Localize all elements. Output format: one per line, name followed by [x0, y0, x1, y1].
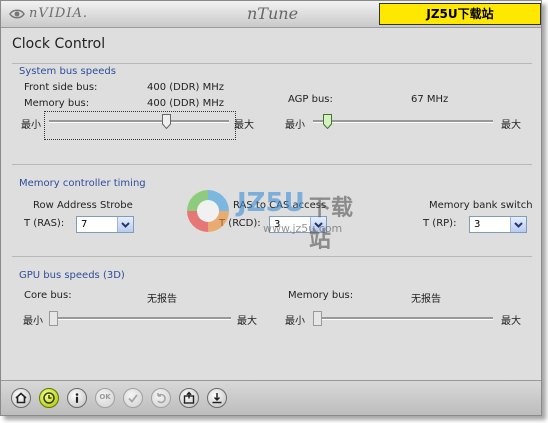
rcd-select-value: 3 [274, 219, 281, 230]
clock-button[interactable] [39, 388, 59, 408]
agp-max-label: 最大 [501, 120, 521, 131]
divider [12, 256, 532, 257]
rcd-label: RAS to CAS access [233, 200, 327, 211]
slider-thumb-icon[interactable] [313, 311, 322, 326]
load-button[interactable] [207, 388, 227, 408]
chevron-down-icon[interactable] [310, 217, 326, 232]
gpu-memory-slider[interactable] [313, 317, 493, 320]
memory-bus-value: 400 (DDR) MHz [147, 98, 224, 109]
section-label-memory-timing: Memory controller timing [19, 178, 146, 189]
rcd-field-label: T (RCD): [219, 218, 261, 229]
apply-button[interactable] [123, 388, 143, 408]
rp-field-label: T (RP): [423, 218, 457, 229]
rp-select-value: 3 [474, 219, 481, 230]
check-icon [128, 394, 138, 403]
ok-button[interactable]: OK [95, 388, 115, 408]
agp-label: AGP bus: [288, 94, 333, 105]
memory-bus-label: Memory bus: [24, 98, 90, 109]
agp-value: 67 MHz [411, 94, 449, 105]
fsb-slider-focus [44, 111, 236, 140]
gpu-memory-bus-value: 无报告 [411, 294, 441, 305]
core-slider[interactable] [49, 317, 231, 320]
info-button[interactable] [67, 388, 87, 408]
slider-thumb-icon[interactable] [49, 311, 58, 326]
clock-control-panel: Clock Control System bus speeds Front si… [1, 28, 541, 380]
undo-button[interactable] [151, 388, 171, 408]
ntune-window: nVIDIA. nTune JZ5U下载站(www.jz5u.com) Cloc… [0, 0, 542, 416]
agp-slider[interactable] [313, 120, 493, 123]
download-icon [212, 393, 222, 404]
rcd-select[interactable]: 3 [269, 216, 327, 233]
section-label-system-bus: System bus speeds [19, 66, 116, 77]
undo-icon [157, 393, 166, 404]
gpu-memory-min-label: 最小 [285, 316, 305, 327]
divider [12, 63, 532, 64]
app-title: nTune [247, 4, 299, 23]
home-button[interactable] [11, 388, 31, 408]
watermark-banner: JZ5U下载站(www.jz5u.com) [379, 3, 541, 41]
clock-icon [43, 392, 55, 404]
page-title: Clock Control [12, 36, 106, 52]
save-icon [183, 391, 195, 404]
home-icon [15, 392, 27, 404]
chevron-down-icon[interactable] [510, 217, 526, 232]
fsb-max-label: 最大 [234, 120, 254, 131]
rp-select[interactable]: 3 [469, 216, 527, 233]
slider-thumb-icon[interactable] [323, 114, 333, 129]
ras-select[interactable]: 7 [76, 216, 134, 233]
chevron-down-icon[interactable] [117, 217, 133, 232]
fsb-label: Front side bus: [24, 82, 98, 93]
info-icon [75, 393, 79, 403]
fsb-slider[interactable] [49, 120, 229, 123]
ras-label: Row Address Strobe [33, 200, 133, 211]
slider-thumb-icon[interactable] [161, 114, 171, 129]
divider [12, 164, 532, 165]
gpu-memory-max-label: 最大 [501, 316, 521, 327]
title-bar: nVIDIA. nTune JZ5U下载站(www.jz5u.com) [1, 1, 541, 41]
core-max-label: 最大 [237, 316, 257, 327]
core-bus-value: 无报告 [147, 294, 177, 305]
save-button[interactable] [179, 388, 199, 408]
bottom-toolbar: OK [1, 380, 541, 415]
core-bus-label: Core bus: [24, 290, 72, 301]
brand-name: nVIDIA. [29, 6, 88, 21]
ras-field-label: T (RAS): [24, 218, 65, 229]
fsb-value: 400 (DDR) MHz [147, 82, 224, 93]
agp-min-label: 最小 [285, 120, 305, 131]
rp-label: Memory bank switch [429, 200, 533, 211]
gpu-memory-bus-label: Memory bus: [288, 290, 354, 301]
fsb-min-label: 最小 [21, 120, 41, 131]
nvidia-logo-icon [9, 9, 25, 19]
section-label-gpu-bus: GPU bus speeds (3D) [19, 270, 125, 281]
core-min-label: 最小 [23, 316, 43, 327]
ras-select-value: 7 [81, 219, 88, 230]
ok-label: OK [99, 393, 111, 401]
